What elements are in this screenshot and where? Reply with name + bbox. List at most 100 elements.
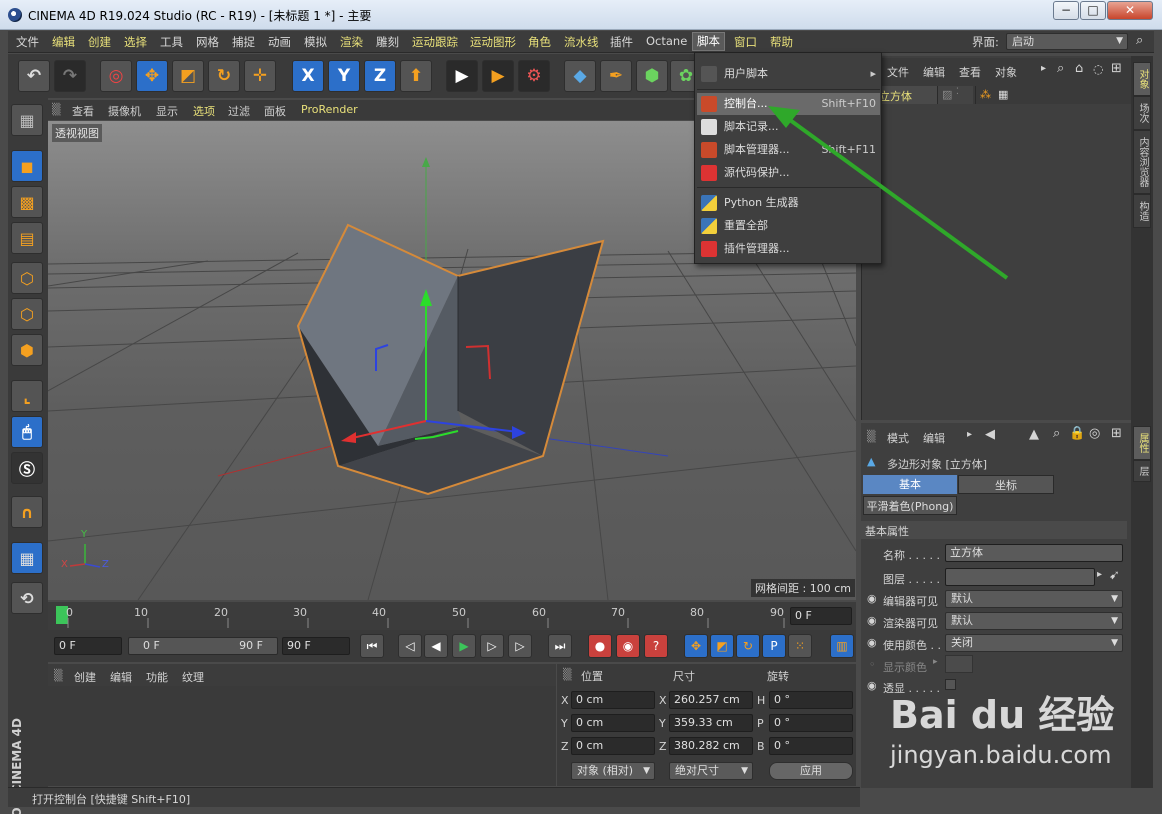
key-pla-icon[interactable]: ⁙ xyxy=(788,634,812,658)
edges-mode-icon[interactable]: ⬡ xyxy=(11,298,43,330)
magnet-icon[interactable]: ∩ xyxy=(11,496,43,528)
snap-icon[interactable]: Ⓢ xyxy=(11,452,43,484)
search-icon[interactable]: ⌕ xyxy=(1136,33,1143,48)
search-icon[interactable]: ⌕ xyxy=(1057,61,1064,76)
use-color-select[interactable]: 关闭 ▼ xyxy=(945,634,1123,652)
lock-icon[interactable]: 🔒 xyxy=(1069,426,1085,441)
menu-item-script-log[interactable]: 脚本记录... xyxy=(697,116,880,138)
select-tool-icon[interactable]: ◎ xyxy=(100,60,132,92)
y-axis-lock-button[interactable]: Y xyxy=(328,60,360,92)
menu-mesh[interactable]: 网格 xyxy=(196,34,219,50)
more-arrow-icon[interactable]: ▸ xyxy=(967,429,972,440)
texture-tag-icon[interactable]: ▦ xyxy=(998,88,1008,101)
key-parameter-icon[interactable]: P xyxy=(762,634,786,658)
menu-octane[interactable]: Octane xyxy=(646,34,687,48)
workplane-lock-icon[interactable]: ▦ xyxy=(11,542,43,574)
model-mode-icon[interactable]: ◼ xyxy=(11,150,43,182)
menu-script[interactable]: 脚本 xyxy=(692,32,725,51)
key-rotation-icon[interactable]: ↻ xyxy=(736,634,760,658)
menu-create[interactable]: 创建 xyxy=(88,34,111,50)
display-color-swatch[interactable] xyxy=(945,655,973,673)
play-icon[interactable]: ▶ xyxy=(452,634,476,658)
start-frame-field[interactable]: 0 F xyxy=(54,637,122,655)
viewport-menu-panel[interactable]: 面板 xyxy=(264,103,286,119)
side-tab-content-browser[interactable]: 内容浏览器 xyxy=(1133,130,1151,194)
size-z-field[interactable]: 380.282 cm xyxy=(669,737,753,755)
pen-spline-icon[interactable]: ✒ xyxy=(600,60,632,92)
cube-primitive-icon[interactable]: ◆ xyxy=(564,60,596,92)
material-menu-texture[interactable]: 纹理 xyxy=(182,669,204,685)
menu-tools[interactable]: 工具 xyxy=(160,34,183,50)
menu-plugins[interactable]: 插件 xyxy=(610,34,633,50)
redo-icon[interactable]: ↷ xyxy=(54,60,86,92)
prev-key-icon[interactable]: ◁ xyxy=(398,634,422,658)
pos-y-field[interactable]: 0 cm xyxy=(571,714,655,732)
points-mode-icon[interactable]: ⬡ xyxy=(11,262,43,294)
attr-menu-mode[interactable]: 模式 xyxy=(887,430,909,446)
tab-coord[interactable]: 坐标 xyxy=(958,475,1054,494)
menu-character[interactable]: 角色 xyxy=(528,34,551,50)
current-frame-field[interactable]: 0 F xyxy=(790,607,852,625)
render-picture-viewer-icon[interactable]: ▶ xyxy=(482,60,514,92)
attr-menu-edit[interactable]: 编辑 xyxy=(923,430,945,446)
target-icon[interactable]: ◎ xyxy=(1089,426,1100,441)
locked-workplane-icon[interactable]: ⟲ xyxy=(11,582,43,614)
menu-item-source-protection[interactable]: 源代码保护... xyxy=(697,162,880,184)
material-menu-edit[interactable]: 编辑 xyxy=(110,669,132,685)
rot-p-field[interactable]: 0 ° xyxy=(769,714,853,732)
goto-start-icon[interactable]: ⏮ xyxy=(360,634,384,658)
menu-animate[interactable]: 动画 xyxy=(268,34,291,50)
editor-visible-select[interactable]: 默认 ▼ xyxy=(945,590,1123,608)
viewport-menu-view[interactable]: 查看 xyxy=(72,103,94,119)
tweak-mode-icon[interactable]: 🖱 xyxy=(11,416,43,448)
apply-button[interactable]: 应用 xyxy=(769,762,853,780)
radio-icon[interactable]: ◉ xyxy=(867,679,877,692)
menu-edit[interactable]: 编辑 xyxy=(52,34,75,50)
more-arrow-icon[interactable]: ▸ xyxy=(1041,63,1046,74)
object-menu-objects[interactable]: 对象 xyxy=(995,64,1017,80)
menu-item-script-manager[interactable]: 脚本管理器... Shift+F11 xyxy=(697,139,880,161)
menu-item-console[interactable]: 控制台... Shift+F10 xyxy=(697,93,880,115)
timeline-ruler[interactable]: 0 10 20 30 40 50 60 70 80 90 0 F xyxy=(48,602,856,630)
render-view-icon[interactable]: ▶ xyxy=(446,60,478,92)
viewport-menu-filter[interactable]: 过滤 xyxy=(228,103,250,119)
tab-phong[interactable]: 平滑着色(Phong) xyxy=(863,496,957,515)
axis-mode-icon[interactable]: ⌞ xyxy=(11,380,43,412)
menu-item-reset-all[interactable]: 重置全部 xyxy=(697,215,880,237)
viewport-menu-options[interactable]: 选项 xyxy=(193,103,215,119)
up-arrow-icon[interactable]: ▲ xyxy=(1029,427,1039,442)
key-position-icon[interactable]: ✥ xyxy=(684,634,708,658)
menu-help[interactable]: 帮助 xyxy=(770,34,793,50)
menu-mograph[interactable]: 运动图形 xyxy=(470,34,516,50)
home-icon[interactable]: ⌂ xyxy=(1075,61,1083,76)
render-visible-select[interactable]: 默认 ▼ xyxy=(945,612,1123,630)
coordinate-mode-select[interactable]: 对象 (相对) ▼ xyxy=(571,762,655,780)
material-menu-function[interactable]: 功能 xyxy=(146,669,168,685)
autokey-icon[interactable]: ◉ xyxy=(616,634,640,658)
size-mode-select[interactable]: 绝对尺寸 ▼ xyxy=(669,762,753,780)
move-tool-icon[interactable]: ✥ xyxy=(136,60,168,92)
name-field[interactable]: 立方体 xyxy=(945,544,1123,562)
prev-frame-icon[interactable]: ◀ xyxy=(424,634,448,658)
pos-z-field[interactable]: 0 cm xyxy=(571,737,655,755)
rot-b-field[interactable]: 0 ° xyxy=(769,737,853,755)
new-window-icon[interactable]: ⊞ xyxy=(1111,61,1122,76)
end-frame-field[interactable]: 90 F xyxy=(282,637,350,655)
object-menu-edit[interactable]: 编辑 xyxy=(923,64,945,80)
viewport-menu-cameras[interactable]: 摄像机 xyxy=(108,103,141,119)
search-icon[interactable]: ⌕ xyxy=(1053,426,1060,441)
render-settings-icon[interactable]: ⚙ xyxy=(518,60,550,92)
workplane-icon[interactable]: ▤ xyxy=(11,222,43,254)
side-tab-attributes[interactable]: 属性 xyxy=(1133,426,1151,460)
polygon-cube-object[interactable] xyxy=(296,223,605,496)
coordinate-system-icon[interactable]: ⬆ xyxy=(400,60,432,92)
keyframe-selection-icon[interactable]: ? xyxy=(644,634,668,658)
material-menu-create[interactable]: 创建 xyxy=(74,669,96,685)
menu-pipeline[interactable]: 流水线 xyxy=(564,34,599,50)
rotate-tool-icon[interactable]: ↻ xyxy=(208,60,240,92)
key-scale-icon[interactable]: ◩ xyxy=(710,634,734,658)
scale-tool-icon[interactable]: ◩ xyxy=(172,60,204,92)
new-window-icon[interactable]: ⊞ xyxy=(1111,426,1122,441)
size-x-field[interactable]: 260.257 cm xyxy=(669,691,753,709)
side-tab-layers[interactable]: 层 xyxy=(1133,460,1151,482)
